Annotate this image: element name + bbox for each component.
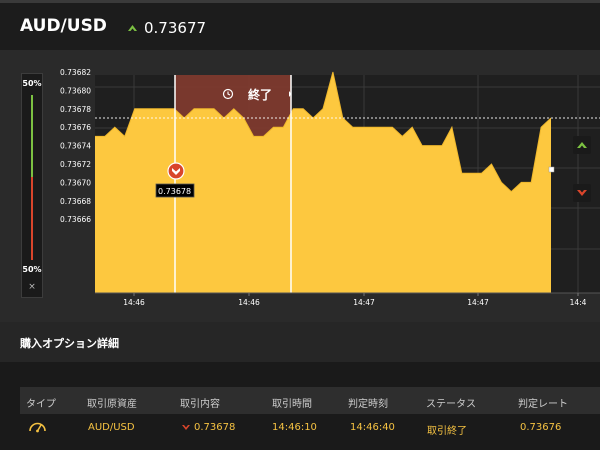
gauge-low-percent: 50%: [22, 265, 42, 274]
symbol-title: AUD/USD: [20, 16, 107, 36]
gauge-low-bar: [31, 177, 33, 260]
column-header-content: 取引内容: [180, 399, 220, 410]
column-header-judge-rate: 判定レート: [518, 399, 568, 410]
y-tick-label: 0.73666: [60, 215, 91, 224]
low-button[interactable]: [573, 184, 591, 202]
high-button[interactable]: [573, 136, 591, 154]
chart-panel: 0.73682 0.73680 0.73678 0.73676 0.73674 0.736…: [0, 50, 600, 322]
column-header-trade-time: 取引時間: [272, 399, 312, 410]
entry-rate-label: 0.73678: [158, 187, 191, 196]
y-axis-ticks: 0.73682 0.73680 0.73678 0.73676 0.73674 0.736…: [60, 68, 91, 224]
x-tick-label: 14:47: [467, 298, 489, 307]
entry-marker-icon: [167, 162, 185, 180]
x-tick-label: 14:46: [238, 298, 260, 307]
speedometer-icon: [29, 422, 46, 433]
current-price: 0.73677: [144, 19, 207, 37]
cell-judge-rate: 0.73676: [520, 422, 562, 433]
trend-up-icon: [128, 25, 137, 31]
arrow-up-icon: [577, 142, 587, 148]
table-header: タイプ 取引原資産 取引内容 取引時間 判定時刻 ステータス 判定レート: [20, 387, 600, 414]
y-tick-label: 0.73674: [60, 142, 91, 151]
direction-down-icon: [182, 425, 190, 430]
column-header-asset: 取引原資産: [87, 399, 137, 410]
y-tick-label: 0.73670: [60, 178, 91, 187]
x-tick-label: 14:47: [353, 298, 375, 307]
sentiment-gauge: 50% 50% ×: [21, 73, 43, 298]
cell-content-rate: 0.73678: [194, 422, 236, 433]
price-chart: 0.73682 0.73680 0.73678 0.73676 0.73674 0.736…: [60, 68, 600, 307]
y-tick-label: 0.73668: [60, 197, 91, 206]
cell-judge-time: 14:46:40: [350, 422, 395, 433]
gauge-high-bar: [31, 95, 33, 177]
y-tick-label: 0.73676: [60, 123, 91, 132]
section-title: 購入オプション詳細: [20, 337, 119, 350]
arrow-down-icon: [577, 190, 587, 196]
y-tick-label: 0.73678: [60, 105, 91, 114]
y-tick-label: 0.73682: [60, 68, 91, 77]
cell-asset: AUD/USD: [88, 422, 135, 433]
y-tick-label: 0.73672: [60, 160, 91, 169]
current-price-dot: [548, 166, 555, 173]
cell-status: 取引終了: [427, 426, 467, 437]
column-header-type: タイプ: [26, 399, 56, 410]
gauge-high-percent: 50%: [22, 79, 42, 88]
option-detail-table: タイプ 取引原資産 取引内容 取引時間 判定時刻 ステータス 判定レート AUD…: [0, 362, 600, 450]
x-tick-label: 14:4: [570, 298, 587, 307]
x-tick-label: 14:46: [123, 298, 145, 307]
cell-trade-time: 14:46:10: [272, 422, 317, 433]
header-bar: AUD/USD 0.73677: [0, 0, 600, 50]
x-axis-ticks: 14:46 14:46 14:47 14:47 14:4: [123, 293, 587, 307]
y-tick-label: 0.73680: [60, 86, 91, 95]
column-header-judge-time: 判定時刻: [348, 399, 388, 410]
close-icon[interactable]: ×: [22, 282, 42, 292]
column-header-status: ステータス: [426, 399, 476, 410]
expiry-label: 終了: [248, 87, 272, 102]
